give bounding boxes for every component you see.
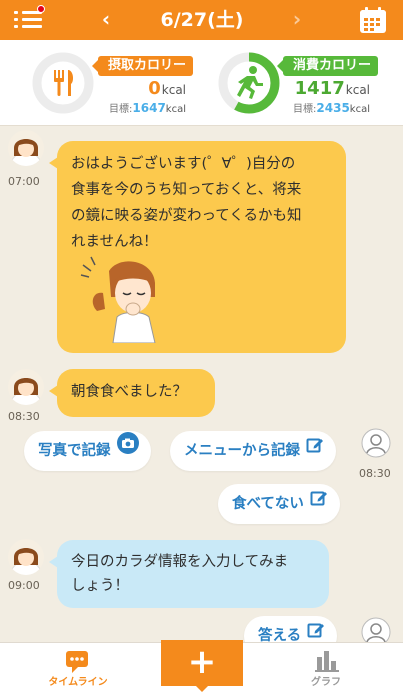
record-photo-button[interactable]: 写真で記録	[24, 431, 151, 471]
intake-value: 0kcal	[148, 78, 186, 99]
message-line: の鏡に映る姿が変わってくるかも知	[71, 208, 302, 224]
prev-day-button[interactable]: ‹	[94, 6, 118, 32]
advisor-avatar	[8, 369, 44, 405]
bar-chart-icon	[315, 651, 339, 672]
tab-graph-label: グラフ	[311, 677, 341, 688]
advisor-message: おはようございます(゜∀゜)自分の 食事を今のうち知っておくと、将来 の鏡に映る…	[49, 141, 346, 353]
tab-timeline[interactable]: タイムライン	[48, 643, 108, 692]
message-time: 07:00	[8, 175, 40, 188]
edit-icon	[310, 483, 328, 523]
advisor-illustration	[80, 256, 156, 343]
message-line: 食事を今のうち知っておくと、将来	[71, 182, 302, 198]
not-eaten-button[interactable]: 食べてない	[218, 484, 340, 524]
chat-bubble-icon	[66, 651, 88, 673]
header-bar: ‹ 6/27(土) ›	[0, 0, 403, 40]
message-line: 今日のカラダ情報を入力してみま	[71, 554, 289, 570]
message-time: 09:00	[8, 579, 40, 592]
message-text: 朝食食べました？	[71, 384, 187, 400]
fork-knife-icon	[54, 70, 74, 96]
advisor-message: 今日のカラダ情報を入力してみま しょう！	[49, 540, 329, 608]
current-date: 6/27(土)	[160, 9, 244, 31]
advisor-avatar	[8, 130, 44, 166]
intake-ring[interactable]	[32, 52, 94, 114]
menu-icon[interactable]	[14, 5, 45, 32]
tab-timeline-label: タイムライン	[48, 677, 108, 688]
tab-graph[interactable]: グラフ	[296, 643, 356, 692]
record-menu-button[interactable]: メニューから記録	[170, 431, 336, 471]
running-person-icon	[237, 66, 263, 99]
next-day-button[interactable]: ›	[285, 6, 309, 32]
message-line: しょう！	[71, 578, 129, 594]
user-avatar-icon	[361, 428, 391, 458]
calorie-panel: 摂取カロリー 0kcal 目標:1647kcal 消費カロリー 1417kcal…	[0, 40, 403, 126]
advisor-message: 朝食食べました？	[49, 369, 215, 417]
intake-tag: 摂取カロリー	[91, 56, 194, 76]
add-record-button[interactable]: +	[161, 640, 243, 692]
edit-icon	[306, 430, 324, 470]
message-time: 08:30	[8, 410, 40, 423]
message-line: おはようございます(゜∀゜)自分の	[71, 156, 296, 172]
burn-ring[interactable]	[218, 52, 280, 114]
advisor-avatar	[8, 539, 44, 575]
burn-goal: 目標:2435kcal	[293, 101, 370, 115]
calendar-icon[interactable]	[358, 5, 388, 35]
burn-tag: 消費カロリー	[276, 56, 379, 76]
intake-goal: 目標:1647kcal	[109, 101, 186, 115]
burn-value: 1417kcal	[294, 78, 370, 99]
camera-icon	[116, 430, 139, 470]
notification-dot	[37, 5, 45, 13]
reply-time: 08:30	[359, 467, 391, 480]
